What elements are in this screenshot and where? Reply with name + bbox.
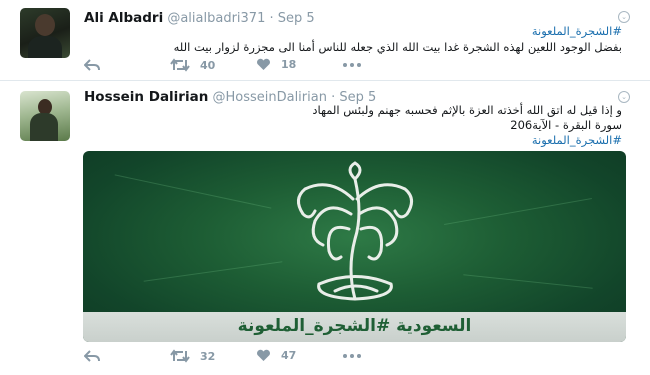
like-count: 47: [281, 349, 297, 362]
tweet[interactable]: Ali Albadri @alialbadri371 · Sep 5 ⌄ #ال…: [0, 0, 650, 81]
tweet-text-line: سورة البقرة - الآية206: [510, 118, 622, 132]
reply-icon: [84, 59, 100, 71]
texture-streak: [114, 174, 272, 209]
timestamp[interactable]: Sep 5: [278, 11, 315, 26]
reply-button[interactable]: [84, 349, 100, 363]
retweet-count: 40: [200, 58, 216, 72]
user-handle[interactable]: @alialbadri371: [167, 11, 265, 26]
tweet-text-line: و إذا قيل له اتق الله أخذته العزة بالإثم…: [312, 103, 622, 117]
tweet-header: Ali Albadri @alialbadri371 · Sep 5: [84, 10, 315, 26]
more-button[interactable]: [342, 62, 362, 68]
like-button[interactable]: 18: [256, 58, 296, 71]
like-count: 18: [281, 58, 297, 71]
user-name[interactable]: Hossein Dalirian: [84, 89, 208, 105]
retweet-icon: [170, 349, 190, 363]
avatar-head: [35, 14, 55, 36]
reply-button[interactable]: [84, 58, 100, 72]
media-caption: السعودية #الشجرة_الملعونة: [237, 316, 472, 336]
chevron-down-icon[interactable]: ⌄: [618, 91, 630, 103]
hashtag-link[interactable]: #الشجرة_الملعونة: [532, 133, 622, 148]
tweet[interactable]: Hossein Dalirian @HosseinDalirian · Sep …: [0, 81, 650, 375]
avatar[interactable]: [20, 8, 70, 58]
heart-icon: [257, 349, 270, 361]
like-button[interactable]: 47: [256, 349, 296, 362]
retweet-button[interactable]: 32: [170, 349, 215, 363]
retweet-button[interactable]: 40: [170, 58, 215, 72]
separator: ·: [269, 11, 274, 26]
hashtag-link[interactable]: #الشجرة_الملعونة: [532, 24, 622, 39]
avatar-body: [30, 113, 58, 141]
retweet-count: 32: [200, 349, 216, 363]
avatar-body: [28, 36, 62, 58]
heart-icon: [257, 58, 270, 70]
user-handle[interactable]: @HosseinDalirian: [212, 90, 327, 105]
user-name[interactable]: Ali Albadri: [84, 10, 163, 26]
retweet-icon: [170, 58, 190, 72]
reply-icon: [84, 350, 100, 362]
texture-streak: [143, 261, 283, 282]
cursed-tree-emblem: [297, 161, 413, 301]
more-icon: [343, 63, 361, 67]
texture-streak: [463, 274, 593, 289]
chevron-down-icon[interactable]: ⌄: [618, 11, 630, 23]
more-icon: [343, 354, 361, 358]
media-caption-banner: السعودية #الشجرة_الملعونة: [83, 312, 626, 342]
texture-streak: [444, 197, 592, 226]
avatar[interactable]: [20, 91, 70, 141]
tweet-text: بفضل الوجود اللعين لهذه الشجرة غدا بيت ا…: [173, 40, 622, 54]
more-button[interactable]: [342, 353, 362, 359]
tweet-media-image[interactable]: السعودية #الشجرة_الملعونة: [83, 151, 626, 342]
